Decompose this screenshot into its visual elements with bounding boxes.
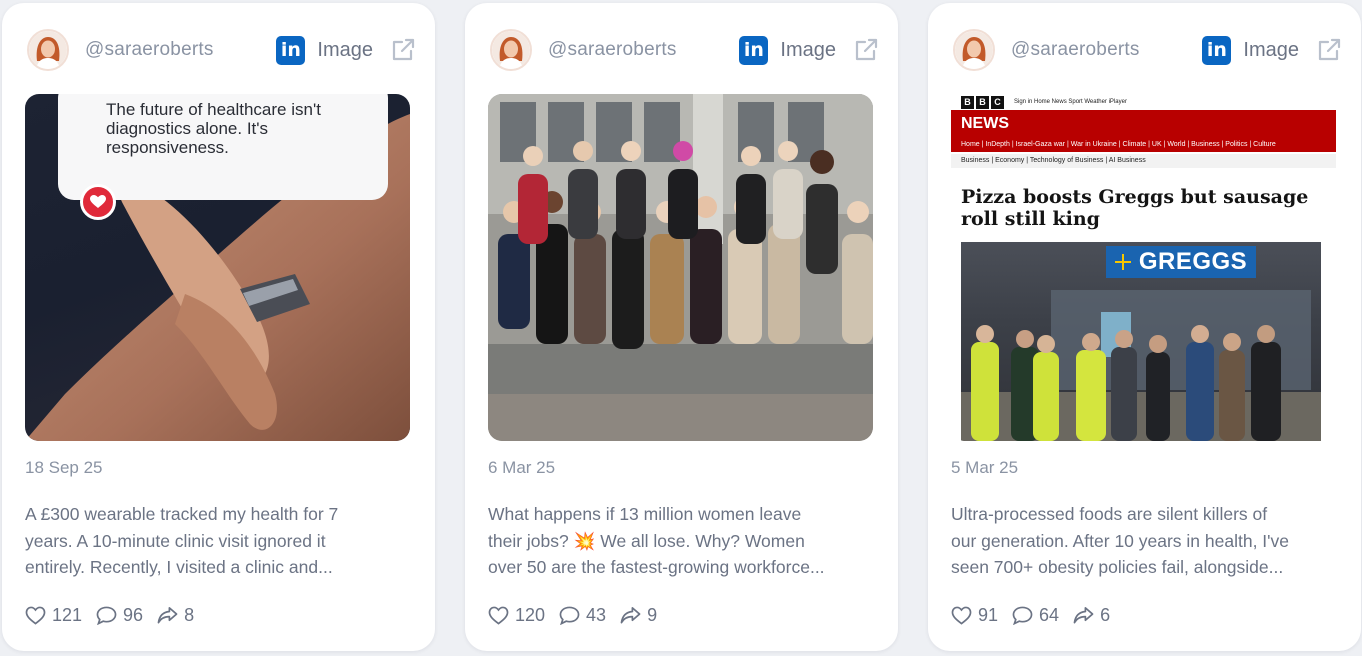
post-card[interactable]: @saraeroberts in Image The future of hea… [2,3,435,651]
external-link-icon[interactable] [852,36,880,64]
shares-count: 9 [647,604,658,625]
comment-icon [559,606,580,625]
engagement-stats: 120 43 9 [488,603,671,627]
comments-count: 96 [123,604,144,625]
post-image[interactable]: The future of healthcare isn't diagnosti… [25,94,410,441]
username[interactable]: @saraeroberts [1011,39,1202,61]
avatar-image [29,31,67,69]
shares-stat[interactable]: 9 [620,605,657,626]
card-header: @saraeroberts in Image [953,29,1343,71]
engagement-stats: 121 96 8 [25,603,208,627]
share-icon [157,606,178,623]
comment-icon [96,606,117,625]
avatar[interactable] [953,29,995,71]
post-excerpt: What happens if 13 million women leave t… [488,501,873,581]
comments-stat[interactable]: 96 [96,605,143,626]
avatar-image [492,31,530,69]
comments-stat[interactable]: 64 [1012,605,1059,626]
post-date: 6 Mar 25 [488,458,556,477]
likes-count: 121 [52,604,83,625]
likes-stat[interactable]: 91 [951,605,998,626]
post-image[interactable]: B B C Sign in Home News Sport Weather iP… [951,94,1336,441]
shares-stat[interactable]: 8 [157,605,194,626]
bbc-top-bar: B B C Sign in Home News Sport Weather iP… [951,94,1336,110]
media-type-label: Image [780,38,836,61]
excerpt-line: their jobs? 💥 We all lose. Why? Women [488,530,805,551]
engagement-stats: 91 64 6 [951,603,1124,627]
likes-stat[interactable]: 121 [25,605,82,626]
bbc-nav: Home | InDepth | Israel-Gaza war | War i… [951,138,1336,152]
avatar[interactable] [27,29,69,71]
post-excerpt: A £300 wearable tracked my health for 7 … [25,501,410,581]
comments-count: 43 [586,604,607,625]
post-card[interactable]: @saraeroberts in Image B B C Sign in Hom… [928,3,1361,651]
external-link-icon[interactable] [389,36,417,64]
quote-text: The future of healthcare isn't diagnosti… [106,100,321,157]
comments-count: 64 [1039,604,1060,625]
shares-count: 8 [184,604,195,625]
quote-bubble: The future of healthcare isn't diagnosti… [58,94,388,200]
card-header: @saraeroberts in Image [490,29,880,71]
heart-badge-icon [80,184,116,220]
excerpt-line: seen 700+ obesity policies fail, alongsi… [951,557,1284,577]
street-scene [961,290,1321,441]
bbc-logo: B B C [961,95,1006,109]
card-header: @saraeroberts in Image [27,29,417,71]
excerpt-line: Ultra-processed foods are silent killers… [951,504,1268,524]
share-icon [620,606,641,623]
excerpt-line: entirely. Recently, I visited a clinic a… [25,557,333,577]
heart-icon [951,606,972,625]
excerpt-line: over 50 are the fastest-growing workforc… [488,557,825,577]
username[interactable]: @saraeroberts [548,39,739,61]
external-link-icon[interactable] [1315,36,1343,64]
media-type-label: Image [317,38,373,61]
bbc-top-links: Sign in Home News Sport Weather iPlayer [1014,99,1127,105]
avatar[interactable] [490,29,532,71]
linkedin-icon: in [739,35,769,65]
likes-stat[interactable]: 120 [488,605,545,626]
shares-stat[interactable]: 6 [1073,605,1110,626]
username[interactable]: @saraeroberts [85,39,276,61]
avatar-image [955,31,993,69]
article-photo: GREGGS [961,242,1321,441]
share-icon [1073,606,1094,623]
article-headline: Pizza boosts Greggs but sausage roll sti… [961,186,1309,230]
post-date: 18 Sep 25 [25,458,103,477]
excerpt-line: years. A 10-minute clinic visit ignored … [25,530,326,551]
comment-icon [1012,606,1033,625]
group-photo-illustration [488,94,873,441]
bbc-section-title: NEWS [951,110,1336,138]
bbc-subnav: Business | Economy | Technology of Busin… [951,154,1336,168]
excerpt-line: What happens if 13 million women leave [488,504,802,524]
comments-stat[interactable]: 43 [559,605,606,626]
post-card[interactable]: @saraeroberts in Image 6 Mar 25 What hap… [465,3,898,651]
linkedin-icon: in [1202,35,1232,65]
post-excerpt: Ultra-processed foods are silent killers… [951,501,1336,581]
media-type-label: Image [1243,38,1299,61]
post-date: 5 Mar 25 [951,458,1019,477]
linkedin-icon: in [276,35,306,65]
shares-count: 6 [1100,604,1111,625]
likes-count: 120 [515,604,546,625]
post-image[interactable] [488,94,873,441]
heart-icon [25,606,46,625]
excerpt-line: our generation. After 10 years in health… [951,530,1289,551]
excerpt-line: A £300 wearable tracked my health for 7 [25,504,339,524]
likes-count: 91 [978,604,999,625]
heart-icon [488,606,509,625]
